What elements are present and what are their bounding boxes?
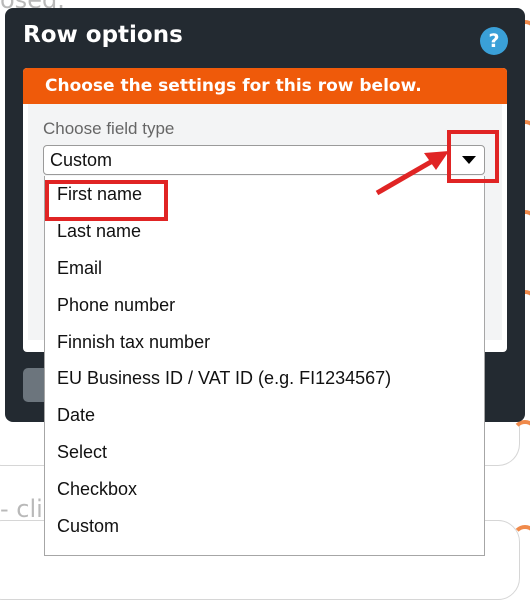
annotation-arrow-icon	[375, 151, 449, 196]
